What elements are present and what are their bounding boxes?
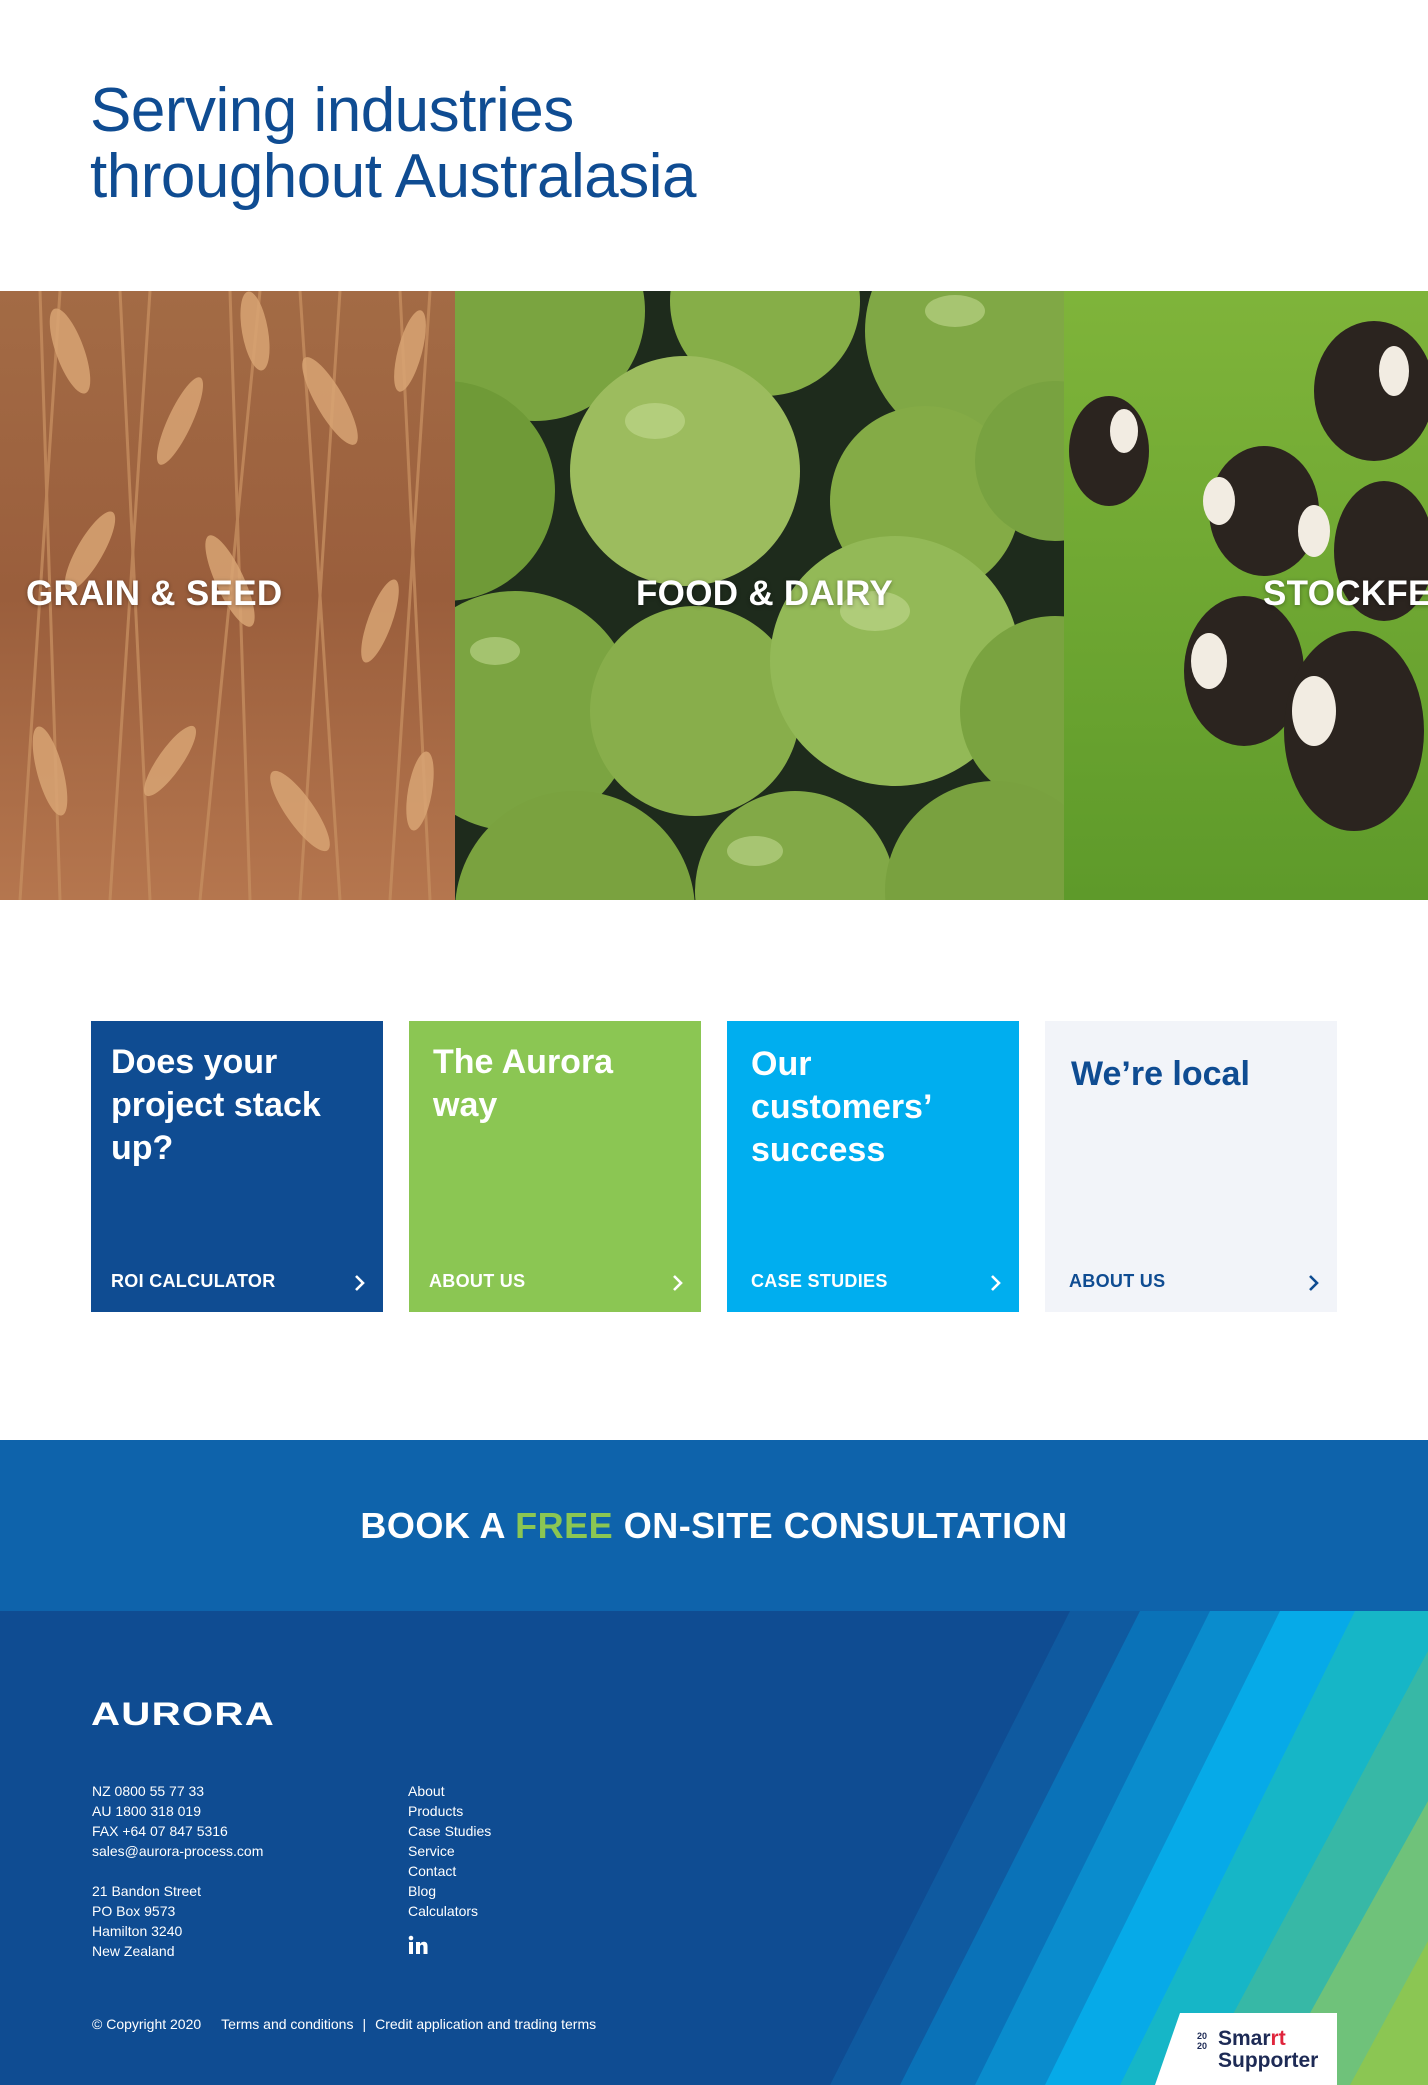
chevron-right-icon [355, 1275, 365, 1291]
card-were-local[interactable]: We’re local ABOUT US [1045, 1021, 1337, 1312]
terms-link[interactable]: Terms and conditions [221, 2016, 353, 2032]
site-footer: AURORA NZ 0800 55 77 33 AU 1800 318 019 … [0, 1611, 1428, 2085]
card-roi-calculator[interactable]: Does your project stack up? ROI CALCULAT… [91, 1021, 383, 1312]
consultation-cta[interactable]: BOOK A FREE ON-SITE CONSULTATION [0, 1440, 1428, 1611]
legal-separator: | [362, 2016, 367, 2032]
address-line: Hamilton 3240 [92, 1923, 183, 1939]
copyright-text: © Copyright 2020 [92, 2016, 202, 2032]
card-title: The Aurora way [433, 1043, 614, 1124]
card-title: Our customers’ success [751, 1045, 931, 1169]
page-title-line-1: Serving industries [90, 76, 574, 145]
industry-panel-food-dairy[interactable]: FOOD & DAIRY [455, 291, 1064, 900]
footer-link-service[interactable]: Service [408, 1841, 491, 1861]
footer-nav: About Products Case Studies Service Cont… [408, 1781, 491, 1921]
address-line: PO Box 9573 [92, 1903, 176, 1919]
industry-label: STOCKFE [1263, 574, 1428, 613]
badge-title-a: Smar [1218, 2027, 1271, 2050]
chevron-right-icon [673, 1275, 683, 1291]
footer-contact: NZ 0800 55 77 33 AU 1800 318 019 FAX +64… [92, 1781, 263, 1961]
credit-application-link[interactable]: Credit application and trading terms [375, 2016, 596, 2032]
phone-nz[interactable]: NZ 0800 55 77 33 [92, 1781, 263, 1801]
industry-label: FOOD & DAIRY [636, 574, 894, 613]
card-link[interactable]: ROI CALCULATOR [111, 1271, 276, 1292]
aurora-logo[interactable]: AURORA [91, 1699, 277, 1727]
card-aurora-way[interactable]: The Aurora way ABOUT US [409, 1021, 701, 1312]
badge-subtitle: Supporter [1218, 2049, 1319, 2072]
card-link[interactable]: ABOUT US [429, 1271, 525, 1292]
industry-panel-stockfeed[interactable]: STOCKFE [1064, 291, 1428, 900]
linkedin-icon[interactable] [408, 1935, 428, 1955]
footer-link-products[interactable]: Products [408, 1801, 491, 1821]
badge-title-b: rt [1270, 2027, 1286, 2050]
badge-year: 2020 [1197, 2031, 1208, 2051]
chevron-right-icon [991, 1275, 1001, 1291]
card-title: Does your project stack up? [111, 1043, 321, 1167]
cta-text-before: BOOK A [360, 1504, 516, 1546]
page-title: Serving industries throughout Australasi… [90, 78, 990, 210]
cta-text: BOOK A FREE ON-SITE CONSULTATION [360, 1505, 1067, 1547]
industries-strip: GRAIN & SEED FOOD & DAIRY STOCKFE [0, 291, 1428, 900]
email-link[interactable]: sales@aurora-process.com [92, 1841, 263, 1861]
footer-link-blog[interactable]: Blog [408, 1881, 491, 1901]
card-link[interactable]: CASE STUDIES [751, 1271, 888, 1292]
address-line: New Zealand [92, 1943, 175, 1959]
card-link[interactable]: ABOUT US [1069, 1271, 1165, 1292]
chevron-right-icon [1309, 1275, 1319, 1291]
footer-link-about[interactable]: About [408, 1781, 491, 1801]
address-line: 21 Bandon Street [92, 1883, 201, 1899]
cta-text-after: ON-SITE CONSULTATION [613, 1504, 1068, 1546]
badge-title: Smarrt [1218, 2027, 1286, 2051]
legal-bar: © Copyright 2020 Terms and conditions | … [92, 2016, 596, 2032]
fax-number: FAX +64 07 847 5316 [92, 1823, 228, 1839]
page-title-line-2: throughout Australasia [90, 142, 696, 211]
industry-label: GRAIN & SEED [26, 574, 283, 613]
card-title: We’re local [1071, 1055, 1250, 1093]
industry-panel-grain-seed[interactable]: GRAIN & SEED [0, 291, 455, 900]
card-customers-success[interactable]: Our customers’ success CASE STUDIES [727, 1021, 1019, 1312]
phone-au[interactable]: AU 1800 318 019 [92, 1801, 263, 1821]
footer-link-case-studies[interactable]: Case Studies [408, 1821, 491, 1841]
logo-text: AURORA [91, 1699, 275, 1727]
cta-text-highlight: FREE [515, 1504, 614, 1546]
footer-link-calculators[interactable]: Calculators [408, 1901, 491, 1921]
footer-link-contact[interactable]: Contact [408, 1861, 491, 1881]
